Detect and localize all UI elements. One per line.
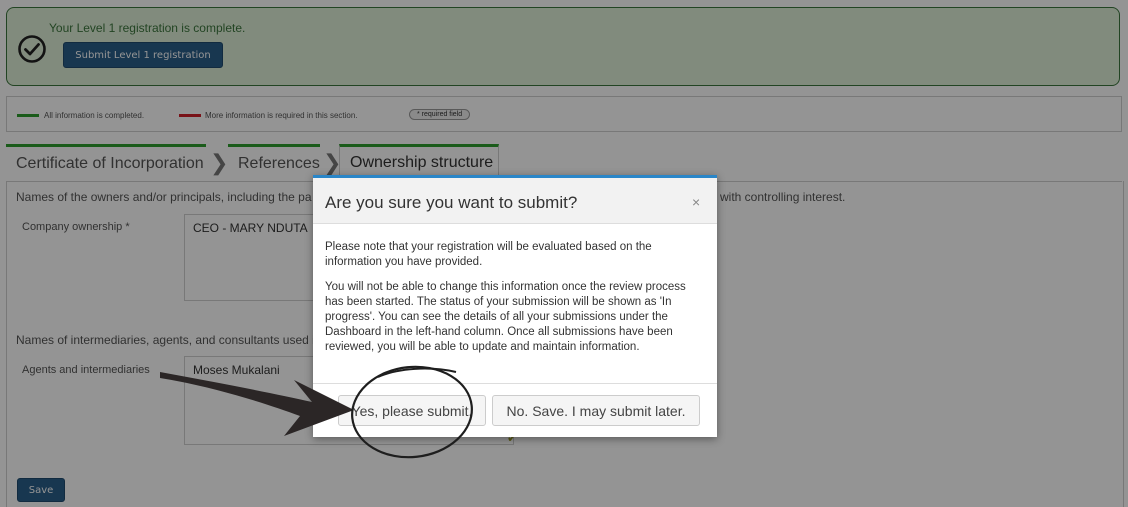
yes-submit-button[interactable]: Yes, please submit. [338, 395, 486, 426]
dialog-paragraph-review: You will not be able to change this info… [325, 281, 686, 353]
dialog-header: Are you sure you want to submit? × [313, 178, 717, 224]
save-submit-later-button[interactable]: No. Save. I may submit later. [492, 395, 700, 426]
dialog-paragraph-evaluation: Please note that your registration will … [325, 241, 652, 268]
dialog-body: Please note that your registration will … [325, 240, 705, 365]
dialog-footer: Yes, please submit. No. Save. I may subm… [313, 383, 717, 438]
close-icon[interactable]: × [692, 194, 700, 210]
dialog-title: Are you sure you want to submit? [325, 193, 578, 212]
submit-confirmation-dialog: Are you sure you want to submit? × Pleas… [313, 175, 717, 437]
